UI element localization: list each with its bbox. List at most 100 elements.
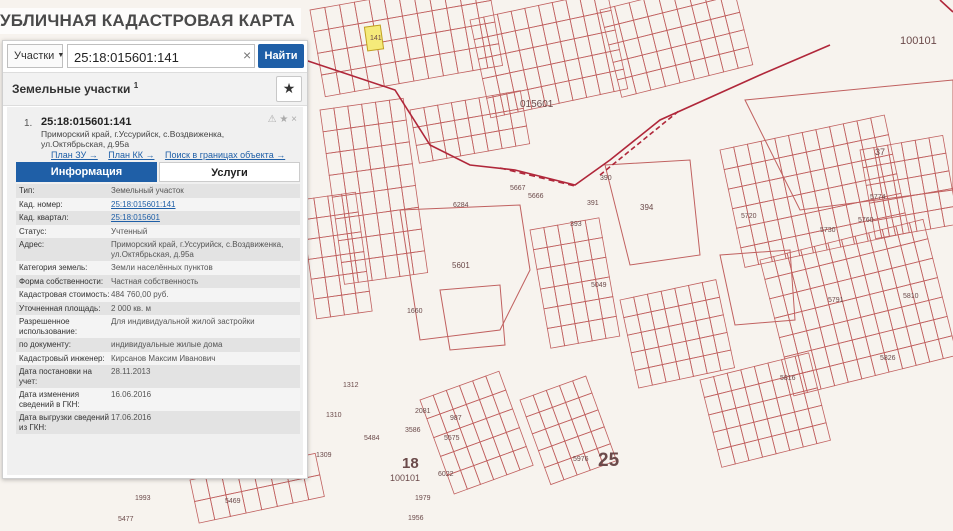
tabs: Информация Услуги [16,162,300,182]
link-search-in-bounds[interactable]: Поиск в границах объекта → [165,150,285,160]
info-row: Адрес: Приморский край, г.Уссурийск, с.Во… [16,238,300,261]
result-index: 1. [24,118,33,129]
map-label: 5720 [741,213,757,220]
section-header: Земельные участки 1 ★ [3,72,307,106]
tab-information[interactable]: Информация [16,162,157,182]
info-value: Приморский край, г.Уссурийск, с.Воздвиже… [111,240,284,259]
map-label: 390 [600,175,612,182]
map-label: 5826 [880,355,896,362]
map-label: 100101 [900,35,937,47]
map-label: 2081 [415,408,431,415]
info-key: Форма собственности: [19,276,104,286]
info-key: Дата изменения сведений в ГКН: [19,390,80,409]
map-label: 37 [875,147,885,157]
map-label: 5575 [444,435,460,442]
info-value: 16.06.2016 [111,390,152,399]
info-value: Кирсанов Максим Иванович [111,353,216,363]
app-title: УБЛИЧНАЯ КАДАСТРОВАЯ КАРТА [0,8,301,34]
info-key: Разрешенное использование: [19,317,78,336]
map-label: 18 [402,455,419,472]
link-plan-zu[interactable]: План ЗУ → [51,150,98,160]
map-label: 987 [450,415,462,422]
clear-icon[interactable]: × [243,47,251,63]
map-label: 1993 [135,495,151,502]
info-row: по документу: индивидуальные жилые дома [16,338,300,352]
map-label: 100101 [390,473,420,483]
info-row: Дата изменения сведений в ГКН: 16.06.2016 [16,388,300,411]
info-table: Тип: Земельный участок Кад. номер: 25:18:01… [16,184,300,434]
info-row: Кад. квартал: 25:18:015601 [16,211,300,225]
map-label: 1310 [326,412,342,419]
result-cadastral-number[interactable]: 25:18:015601:141 [41,116,132,128]
info-value: 28.11.2013 [111,367,151,376]
info-key: Кад. квартал: [19,213,69,222]
search-panel: Участки▼ × Найти Земельные участки 1 ★ 1… [2,40,308,479]
map-label: 5760 [858,217,874,224]
map-label: 5049 [591,282,607,289]
map-label: 6284 [453,202,469,209]
map-label: 1309 [316,452,332,459]
link-plan-kk[interactable]: План КК → [108,150,154,160]
info-key: Дата выгрузки сведений из ГКН: [19,413,109,432]
info-key: по документу: [19,340,71,349]
tab-services[interactable]: Услуги [159,162,300,182]
info-row: Форма собственности: Частная собственност… [16,274,300,288]
info-value: Учтенный [111,226,148,236]
chevron-down-icon: ▼ [57,52,65,59]
info-row: Категория земель: Земли населённых пункто… [16,261,300,275]
result-card: 1. 25:18:015601:141 ⚠ ★ × Приморский кра… [7,107,303,475]
map-label: 6022 [438,471,454,478]
map-label: 1660 [407,308,423,315]
section-title: Земельные участки 1 [12,81,138,96]
map-label: 5601 [452,261,470,270]
info-key: Кадастровая стоимость: [19,290,110,299]
map-label: 141 [370,35,382,42]
info-key: Категория земель: [19,263,88,272]
map-label: 393 [570,221,582,228]
result-address: Приморский край, г.Уссурийск, с.Воздвиже… [41,129,225,149]
info-key: Кад. номер: [19,199,63,209]
info-key: Кадастровый инженер: [19,353,105,363]
search-type-label: Участки [14,50,55,62]
info-row: Кадастровая стоимость: 484 760,00 руб. [16,288,300,302]
result-count: 1 [133,81,139,90]
info-value: 484 760,00 руб. [111,290,169,299]
map-label: 5774 [870,194,886,201]
favorites-button[interactable]: ★ [276,76,302,102]
map-label: 3586 [405,427,421,434]
info-row: Дата выгрузки сведений из ГКН: 17.06.2016 [16,411,300,434]
map-label: 5667 [510,185,526,192]
info-row: Уточненная площадь: 2 000 кв. м [16,301,300,315]
info-value: индивидуальные жилые дома [111,340,223,349]
result-actions-icons[interactable]: ⚠ ★ × [268,114,297,125]
search-button[interactable]: Найти [258,44,304,68]
info-row: Разрешенное использование: Для индивидуал… [16,315,300,338]
info-value: Частная собственность [111,276,199,286]
map-label: 5816 [780,375,796,382]
info-value[interactable]: 25:18:015601 [111,213,297,223]
map-label: 5484 [364,435,380,442]
map-label: 394 [640,203,654,212]
map-label: 5810 [903,293,919,300]
map-label: 5666 [528,193,544,200]
info-key: Тип: [19,186,35,195]
map-label: 5730 [820,227,836,234]
info-row: Тип: Земельный участок [16,184,300,198]
search-type-dropdown[interactable]: Участки ▼ [7,44,65,68]
info-key: Уточненная площадь: [19,303,101,313]
info-row: Кадастровый инженер: Кирсанов Максим Иван… [16,351,300,365]
info-value: Земельный участок [111,186,184,195]
info-row: Статус: Учтенный [16,224,300,238]
map-label: 391 [587,200,599,207]
map-label: 25 [598,450,620,471]
info-key: Адрес: [19,240,45,249]
info-value: Земли населённых пунктов [111,263,213,272]
section-title-text: Земельные участки [12,82,131,96]
result-links: План ЗУ → План КК → Поиск в границах объ… [51,150,293,160]
map-label: 5469 [225,498,241,505]
info-value[interactable]: 25:18:015601:141 [111,200,297,210]
search-input[interactable] [67,44,255,68]
star-icon: ★ [282,80,296,96]
info-key: Статус: [19,226,47,236]
search-bar: Участки▼ × Найти [7,44,304,68]
